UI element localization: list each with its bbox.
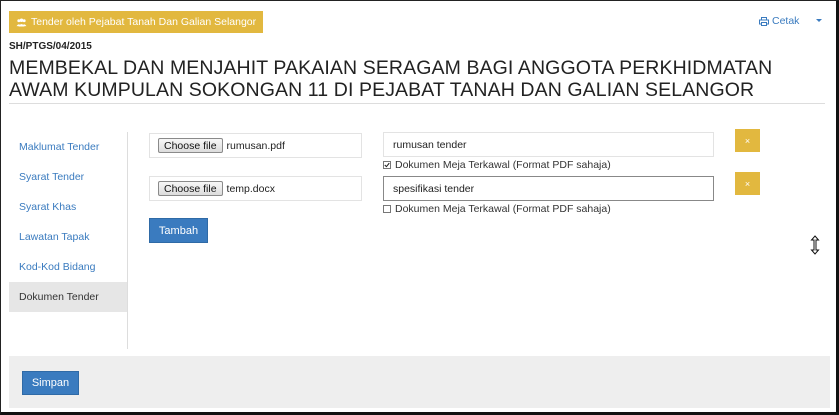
controlled-document-label: Dokumen Meja Terkawal (Format PDF sahaja… [395, 159, 611, 171]
document-description-input[interactable]: spesifikasi tender [383, 176, 714, 201]
badge-label: Tender oleh Pejabat Tanah Dan Galian Sel… [31, 16, 257, 28]
dropdown-caret-icon[interactable] [816, 19, 822, 22]
sidebar-item-lawatan-tapak[interactable]: Lawatan Tapak [9, 222, 128, 252]
sidebar-item-dokumen-tender[interactable]: Dokumen Tender [9, 282, 128, 312]
file-upload-field[interactable]: Choose file rumusan.pdf [149, 133, 362, 158]
remove-document-button[interactable]: × [735, 172, 760, 195]
page-title: MEMBEKAL DAN MENJAHIT PAKAIAN SERAGAM BA… [9, 57, 773, 101]
form-footer [9, 356, 830, 408]
print-icon [759, 16, 769, 26]
checkmark-icon [384, 162, 390, 168]
file-upload-field[interactable]: Choose file temp.docx [149, 176, 362, 201]
controlled-document-option[interactable]: Dokumen Meja Terkawal (Format PDF sahaja… [383, 159, 611, 171]
users-icon [16, 17, 27, 27]
print-label: Cetak [772, 15, 800, 27]
selected-file-name: temp.docx [226, 182, 275, 195]
save-button[interactable]: Simpan [22, 371, 79, 395]
controlled-document-option[interactable]: Dokumen Meja Terkawal (Format PDF sahaja… [383, 203, 611, 215]
tender-reference: SH/PTGS/04/2015 [9, 41, 92, 52]
sidebar-divider [127, 132, 128, 349]
selected-file-name: rumusan.pdf [226, 139, 285, 152]
remove-document-button[interactable]: × [735, 129, 760, 152]
sidebar-item-syarat-khas[interactable]: Syarat Khas [9, 192, 128, 222]
document-description-input[interactable]: rumusan tender [383, 132, 714, 157]
controlled-document-checkbox[interactable] [383, 161, 391, 169]
sidebar-nav: Maklumat Tender Syarat Tender Syarat Kha… [9, 132, 128, 312]
resize-cursor-icon [810, 235, 820, 255]
controlled-document-label: Dokumen Meja Terkawal (Format PDF sahaja… [395, 203, 611, 215]
sidebar-item-maklumat-tender[interactable]: Maklumat Tender [9, 132, 128, 162]
choose-file-button[interactable]: Choose file [158, 181, 223, 196]
choose-file-button[interactable]: Choose file [158, 138, 223, 153]
sidebar-item-kod-kod-bidang[interactable]: Kod-Kod Bidang [9, 252, 128, 282]
header-divider [9, 103, 825, 104]
add-document-button[interactable]: Tambah [149, 218, 208, 243]
controlled-document-checkbox[interactable] [383, 205, 391, 213]
sidebar-item-syarat-tender[interactable]: Syarat Tender [9, 162, 128, 192]
tender-source-badge[interactable]: Tender oleh Pejabat Tanah Dan Galian Sel… [9, 11, 264, 33]
print-button[interactable]: Cetak [759, 15, 799, 27]
